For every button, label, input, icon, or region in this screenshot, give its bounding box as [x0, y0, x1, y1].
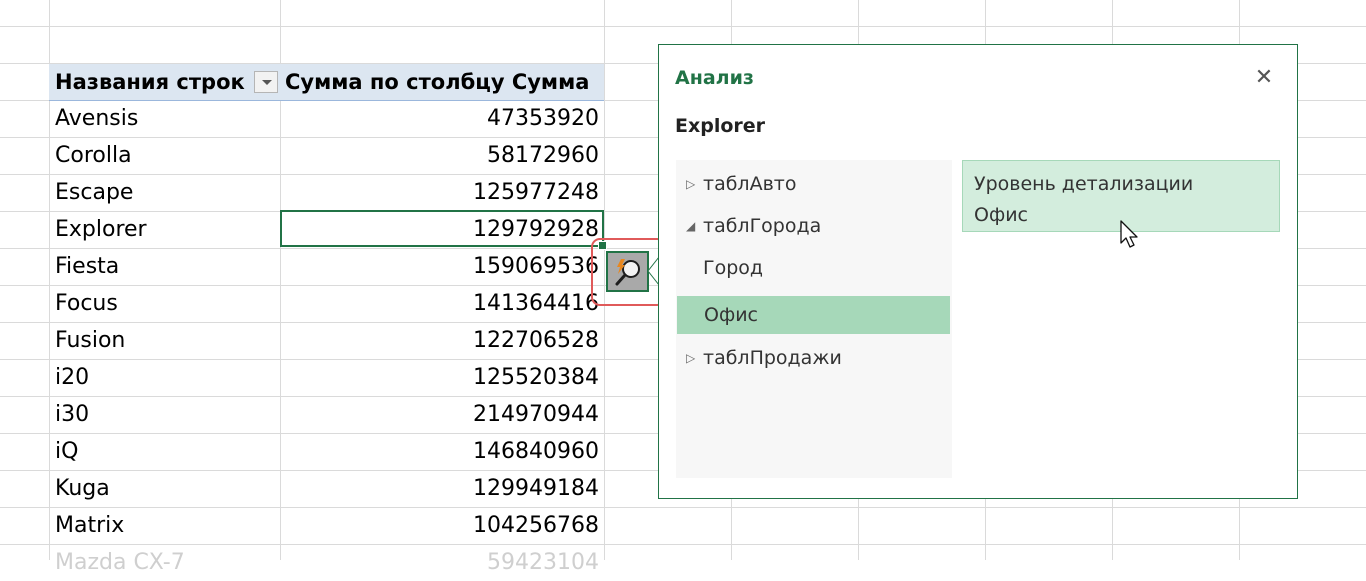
quick-explore-button[interactable]	[606, 251, 649, 292]
panel-subtitle: Explorer	[675, 115, 766, 137]
pivot-row-value[interactable]: 58172960	[487, 137, 599, 174]
pivot-row[interactable]: Focus 141364416	[49, 285, 604, 322]
pivot-row-label[interactable]: Focus	[55, 285, 118, 322]
pivot-row-label[interactable]: Matrix	[55, 507, 124, 544]
pivot-row-value[interactable]: 104256768	[473, 507, 599, 544]
drill-field: Офис	[974, 204, 1028, 226]
pivot-row-label[interactable]: Explorer	[55, 211, 147, 248]
pivot-row-label[interactable]: i30	[55, 396, 89, 433]
panel-title: Анализ	[675, 67, 754, 89]
pivot-row-label[interactable]: iQ	[55, 433, 78, 470]
row-labels-filter-button[interactable]	[254, 71, 278, 93]
magnifier-lightning-icon	[615, 259, 640, 286]
tree-item-tablprodazhi[interactable]: ▷ таблПродажи	[676, 338, 952, 378]
pivot-row-value[interactable]: 141364416	[473, 285, 599, 322]
pivot-row[interactable]: Fiesta 159069536	[49, 248, 604, 285]
pivot-row-label[interactable]: Avensis	[55, 100, 138, 137]
pivot-row-label[interactable]: Mazda CX-7	[55, 544, 185, 581]
pivot-row-value[interactable]: 214970944	[473, 396, 599, 433]
pivot-row-label[interactable]: Corolla	[55, 137, 132, 174]
pivot-row-value[interactable]: 159069536	[473, 248, 599, 285]
pivot-row-label[interactable]: Kuga	[55, 470, 110, 507]
tree-item-ofis[interactable]: Офис	[677, 296, 950, 334]
drill-label: Уровень детализации	[974, 173, 1194, 195]
tree-item-gorod[interactable]: Город	[676, 248, 952, 288]
tree-item-label: Город	[703, 257, 764, 279]
pivot-row-label[interactable]: Escape	[55, 174, 133, 211]
pivot-row-value[interactable]: 59423104	[487, 544, 599, 581]
tree-item-label: Офис	[704, 304, 758, 326]
explore-panel: Анализ ✕ Explorer ▷ таблАвто ◢ таблГород…	[658, 44, 1298, 499]
pivot-row-value[interactable]: 125977248	[473, 174, 599, 211]
pivot-row[interactable]: i20 125520384	[49, 359, 604, 396]
tree-item-tablavto[interactable]: ▷ таблАвто	[676, 164, 952, 204]
pivot-row-value[interactable]: 47353920	[487, 100, 599, 137]
pivot-row-value[interactable]: 129949184	[473, 470, 599, 507]
active-cell-border	[280, 210, 604, 247]
pivot-row-value[interactable]: 146840960	[473, 433, 599, 470]
pivot-row[interactable]: Matrix 104256768	[49, 507, 604, 544]
pivot-row-label[interactable]: Fusion	[55, 322, 125, 359]
mouse-pointer-icon	[1120, 220, 1138, 248]
tree-item-label: таблАвто	[703, 173, 797, 195]
tree-item-tablgoroda[interactable]: ◢ таблГорода	[676, 206, 952, 246]
pivot-row-label[interactable]: Fiesta	[55, 248, 119, 285]
pivot-row-value[interactable]: 125520384	[473, 359, 599, 396]
close-icon[interactable]: ✕	[1251, 65, 1277, 91]
expand-arrow-icon[interactable]: ▷	[686, 338, 695, 378]
pivot-row[interactable]: Kuga 129949184	[49, 470, 604, 507]
pivot-row[interactable]: Escape 125977248	[49, 174, 604, 211]
pivot-row[interactable]: Corolla 58172960	[49, 137, 604, 174]
pivot-row[interactable]: Fusion 122706528	[49, 322, 604, 359]
collapse-arrow-icon[interactable]: ◢	[686, 206, 695, 246]
pivot-row[interactable]: i30 214970944	[49, 396, 604, 433]
pivot-header: Названия строк Сумма по столбцу Сумма	[49, 64, 604, 101]
pivot-row-label[interactable]: i20	[55, 359, 89, 396]
tree-item-label: таблГорода	[703, 215, 822, 237]
tree-item-label: таблПродажи	[703, 347, 842, 369]
field-tree: ▷ таблАвто ◢ таблГорода Город Офис ▷ таб…	[676, 160, 952, 478]
pivot-row-value[interactable]: 122706528	[473, 322, 599, 359]
pivot-row[interactable]: Avensis 47353920	[49, 100, 604, 137]
row-labels-header[interactable]: Названия строк	[55, 64, 245, 100]
sum-column-header[interactable]: Сумма по столбцу Сумма	[285, 64, 589, 100]
expand-arrow-icon[interactable]: ▷	[686, 164, 695, 204]
pivot-row[interactable]: iQ 146840960	[49, 433, 604, 470]
pivot-row[interactable]: Mazda CX-7 59423104	[49, 544, 604, 581]
